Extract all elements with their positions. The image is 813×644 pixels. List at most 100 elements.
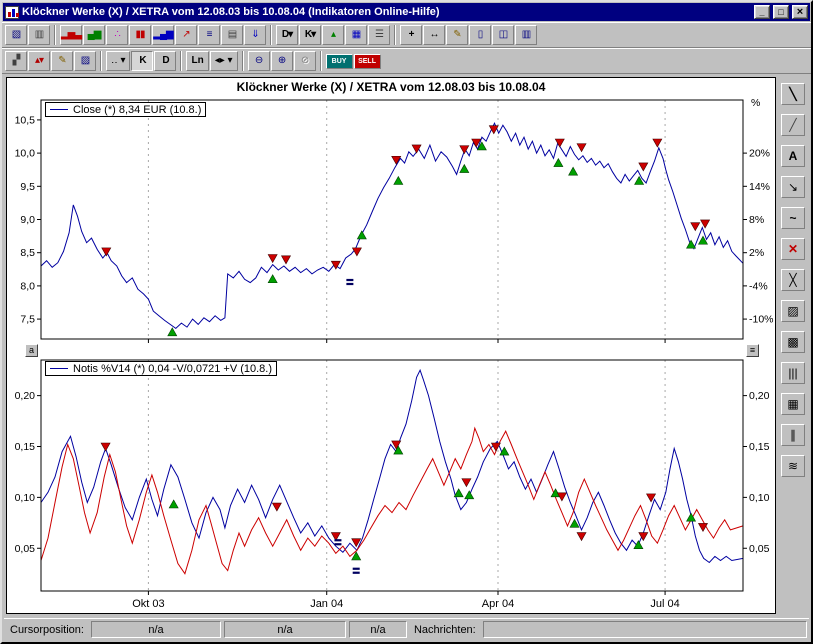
svg-text:9,5: 9,5 [20, 181, 35, 193]
trendline-tool[interactable]: ╲ [781, 83, 805, 105]
kurs-toggle-button[interactable]: K [131, 51, 153, 71]
chart-type-bars-icon[interactable]: ▂▅▃ [60, 25, 82, 45]
freehand-tool[interactable]: ~ [781, 207, 805, 229]
window-title: Klöckner Werke (X) / XETRA vom 12.08.03 … [22, 6, 751, 18]
d-period-dropdown[interactable]: D▾ [276, 25, 298, 45]
chart-type-line-icon[interactable]: ▄▆ [83, 25, 105, 45]
layout-icon[interactable]: ◫ [492, 25, 514, 45]
svg-text:0,05: 0,05 [749, 543, 770, 555]
legend-line-sample-icon [50, 109, 68, 110]
price-legend-text: Close (*) 8,34 EUR (10.8.) [73, 104, 201, 116]
buy-marker-button[interactable]: BUY [326, 54, 353, 69]
indicator-chart-canvas[interactable]: 0,200,150,100,050,200,150,100,05 [7, 357, 775, 597]
svg-text:7,5: 7,5 [20, 314, 35, 326]
cursor-position-label: Cursorposition: [6, 624, 88, 636]
panel-a-button[interactable]: a [25, 344, 38, 357]
x-axis-label: Okt 03 [132, 598, 164, 610]
parallel-lines-tool[interactable]: ∥ [781, 424, 805, 446]
cursor-x-field: n/a [91, 621, 221, 638]
chart-toolbar: ▞▴▾✎▨‥ ▾KDLn◂▸ ▾⊖⊕⊘BUYSELL [2, 48, 811, 74]
table-view-icon[interactable]: ▦ [345, 25, 367, 45]
log-scale-button[interactable]: Ln [186, 51, 208, 71]
help-page-icon[interactable]: ▯ [469, 25, 491, 45]
zoom-out-button[interactable]: ⊖ [248, 51, 270, 71]
signal-overlay-icon[interactable]: ▴ [322, 25, 344, 45]
list-view-icon[interactable]: ▥ [515, 25, 537, 45]
mini-chart-icon[interactable]: ▞ [5, 51, 27, 71]
toolbar-separator [242, 51, 244, 71]
toolbar-separator [270, 25, 272, 45]
trend-chart-icon[interactable]: ↗ [175, 25, 197, 45]
x-axis-label: Apr 04 [482, 598, 514, 610]
svg-text:9,0: 9,0 [20, 214, 35, 226]
chart-title: Klöckner Werke (X) / XETRA vom 12.08.03 … [7, 78, 775, 94]
thin-line-tool[interactable]: ╱ [781, 114, 805, 136]
wave-pattern-tool[interactable]: ≋ [781, 455, 805, 477]
report-icon[interactable]: ▤ [221, 25, 243, 45]
svg-text:0,15: 0,15 [15, 441, 36, 453]
crosshair-icon[interactable]: + [400, 25, 422, 45]
close-button-icon[interactable]: × [792, 5, 808, 19]
maximize-button-icon[interactable]: □ [773, 5, 789, 19]
svg-text:2%: 2% [749, 247, 764, 259]
grid-pattern-tool[interactable]: ▦ [781, 393, 805, 415]
price-chart-canvas[interactable]: 10,510,09,59,08,58,07,520%14%8%2%-4%-10%… [7, 94, 775, 344]
app-icon[interactable] [5, 6, 19, 19]
volume-bars-icon[interactable]: ▮▮ [129, 25, 151, 45]
cursor-value-field: n/a [349, 621, 407, 638]
svg-text:20%: 20% [749, 148, 770, 160]
svg-text:-10%: -10% [749, 314, 774, 326]
chart-properties-icon[interactable]: ▨ [74, 51, 96, 71]
panel-menu-icon[interactable]: ≡ [746, 344, 759, 357]
sell-marker-button[interactable]: SELL [354, 54, 381, 69]
minimize-button-icon[interactable]: _ [754, 5, 770, 19]
x-axis-label: Jan 04 [310, 598, 343, 610]
delete-drawing-tool[interactable]: ✕ [781, 238, 805, 260]
copy-chart-icon[interactable]: ▥ [28, 25, 50, 45]
text-tool[interactable]: A [781, 145, 805, 167]
zoom-in-button[interactable]: ⊕ [271, 51, 293, 71]
price-legend[interactable]: Close (*) 8,34 EUR (10.8.) [45, 102, 206, 117]
svg-text:0,10: 0,10 [749, 492, 770, 504]
vertical-lines-tool[interactable]: ||| [781, 362, 805, 384]
price-panel: 10,510,09,59,08,58,07,520%14%8%2%-4%-10%… [7, 94, 775, 344]
x-axis-label: Jul 04 [650, 598, 679, 610]
toolbar-separator [54, 25, 56, 45]
crossed-lines-tool[interactable]: ╳ [781, 269, 805, 291]
indicator-legend[interactable]: Notis %V14 (*) 0,04 -V/0,0721 +V (10.8.) [45, 361, 277, 376]
hatch-dense-tool[interactable]: ▩ [781, 331, 805, 353]
messages-label: Nachrichten: [410, 624, 480, 636]
panel-divider: a ≡ [7, 344, 775, 357]
arrow-tool[interactable]: ↘ [781, 176, 805, 198]
svg-text:0,05: 0,05 [15, 543, 36, 555]
scroll-arrows-dropdown[interactable]: ◂▸ ▾ [210, 51, 238, 71]
svg-text:0,20: 0,20 [749, 390, 770, 402]
differenz-toggle-button[interactable]: D [154, 51, 176, 71]
notes-icon[interactable]: ☰ [368, 25, 390, 45]
svg-text:10,0: 10,0 [15, 148, 36, 160]
svg-text:8%: 8% [749, 214, 764, 226]
move-chart-icon[interactable]: ↔ [423, 25, 445, 45]
app-window: Klöckner Werke (X) / XETRA vom 12.08.03 … [0, 0, 813, 644]
signal-triangles-icon[interactable]: ▴▾ [28, 51, 50, 71]
svg-text:0,20: 0,20 [15, 390, 36, 402]
toolbar-separator [320, 51, 322, 71]
hatch-diagonal-tool[interactable]: ▨ [781, 300, 805, 322]
line-style-dropdown[interactable]: ‥ ▾ [106, 51, 130, 71]
toolbar-separator [100, 51, 102, 71]
svg-text:0,15: 0,15 [749, 441, 770, 453]
toolbar-separator [394, 25, 396, 45]
draw-pencil-icon[interactable]: ✎ [51, 51, 73, 71]
quote-list-icon[interactable]: ≡ [198, 25, 220, 45]
workspace: Klöckner Werke (X) / XETRA vom 12.08.03 … [2, 74, 811, 615]
export-chart-icon[interactable]: ⇓ [244, 25, 266, 45]
drawing-toolbar: ╲ ╱ A ↘ ~ ✕ ╳ ▨ ▩ ||| ▦ ∥ ≋ [777, 77, 809, 477]
titlebar: Klöckner Werke (X) / XETRA vom 12.08.03 … [3, 3, 810, 21]
x-axis-labels: Okt 03 Jan 04 Apr 04 Jul 04 [7, 597, 775, 613]
pen-icon[interactable]: ✎ [446, 25, 468, 45]
k-chart-dropdown[interactable]: K▾ [299, 25, 321, 45]
chart-wizard-icon[interactable]: ▧ [5, 25, 27, 45]
scatter-chart-icon[interactable]: ∴ [106, 25, 128, 45]
svg-text:14%: 14% [749, 181, 770, 193]
histogram-icon[interactable]: ▂▄▆ [152, 25, 174, 45]
